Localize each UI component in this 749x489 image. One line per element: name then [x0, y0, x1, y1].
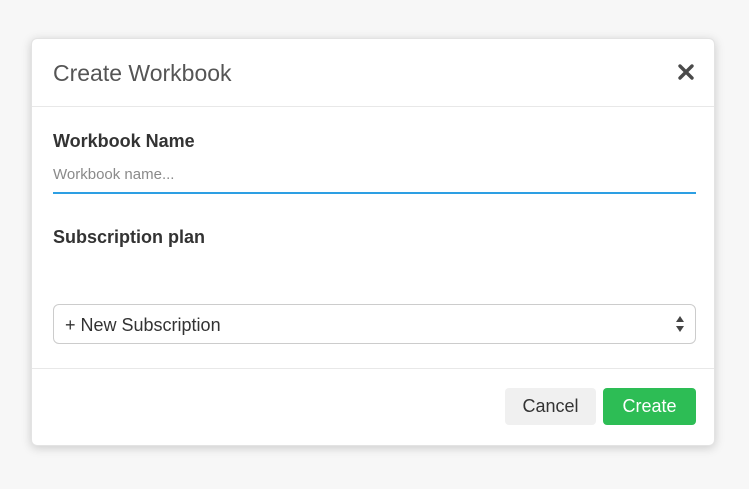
subscription-plan-select[interactable]: + New Subscription	[53, 304, 696, 344]
workbook-name-label: Workbook Name	[53, 131, 195, 151]
subscription-plan-selected-value: + New Subscription	[65, 315, 221, 335]
select-arrows-icon	[675, 314, 685, 334]
close-icon[interactable]	[675, 61, 697, 83]
dialog-title: Create Workbook	[53, 60, 232, 86]
subscription-plan-label: Subscription plan	[53, 227, 206, 247]
dialog-header: Create Workbook	[32, 39, 714, 107]
create-button[interactable]: Create	[603, 388, 696, 425]
dialog-footer: Cancel Create	[32, 368, 714, 446]
dialog-body: Workbook Name Subscription plan + New Su…	[32, 108, 714, 368]
cancel-button[interactable]: Cancel	[505, 388, 596, 425]
workbook-name-input[interactable]	[53, 162, 696, 194]
create-workbook-dialog: Create Workbook Workbook Name Subscripti…	[31, 38, 715, 446]
